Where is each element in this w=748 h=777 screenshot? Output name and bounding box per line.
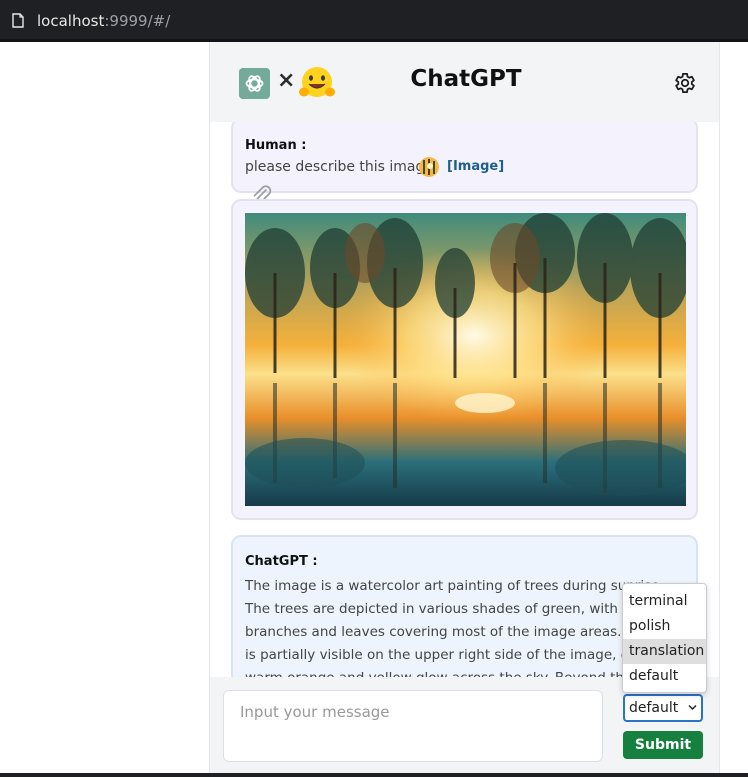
app-header: × ChatGPT xyxy=(210,42,719,122)
mode-select-value: default xyxy=(629,700,679,716)
mode-option-polish[interactable]: polish xyxy=(623,614,706,639)
url-path: :9999/#/ xyxy=(104,12,171,30)
assistant-sender-label: ChatGPT : xyxy=(245,554,318,569)
image-message xyxy=(231,199,698,520)
page-icon xyxy=(12,13,24,28)
human-sender-label: Human : xyxy=(245,138,307,153)
mode-option-default[interactable]: default xyxy=(623,664,706,689)
image-link[interactable]: [Image] xyxy=(447,159,504,174)
mode-dropdown-list[interactable]: terminal polish translation default xyxy=(622,583,707,693)
gear-icon[interactable] xyxy=(671,70,697,96)
mode-option-translation[interactable]: translation xyxy=(623,639,706,664)
mode-select[interactable]: default xyxy=(623,694,703,722)
window-bottom-edge xyxy=(0,773,748,777)
page-title: ChatGPT xyxy=(410,66,522,92)
url-host: localhost xyxy=(37,12,105,30)
human-message: Human : please describe this image [Imag… xyxy=(231,122,698,193)
watercolor-trees-image[interactable] xyxy=(245,213,686,506)
message-input[interactable] xyxy=(223,690,603,762)
mode-option-terminal[interactable]: terminal xyxy=(623,589,706,614)
chevron-down-icon xyxy=(688,704,697,711)
browser-address-bar[interactable]: localhost:9999/#/ xyxy=(0,0,748,42)
human-message-text: please describe this image xyxy=(245,159,434,175)
address-url[interactable]: localhost:9999/#/ xyxy=(37,12,170,30)
assistant-message-text: The image is a watercolor art painting o… xyxy=(245,578,682,677)
image-thumbnail[interactable] xyxy=(419,157,439,177)
submit-button[interactable]: Submit xyxy=(623,731,703,759)
